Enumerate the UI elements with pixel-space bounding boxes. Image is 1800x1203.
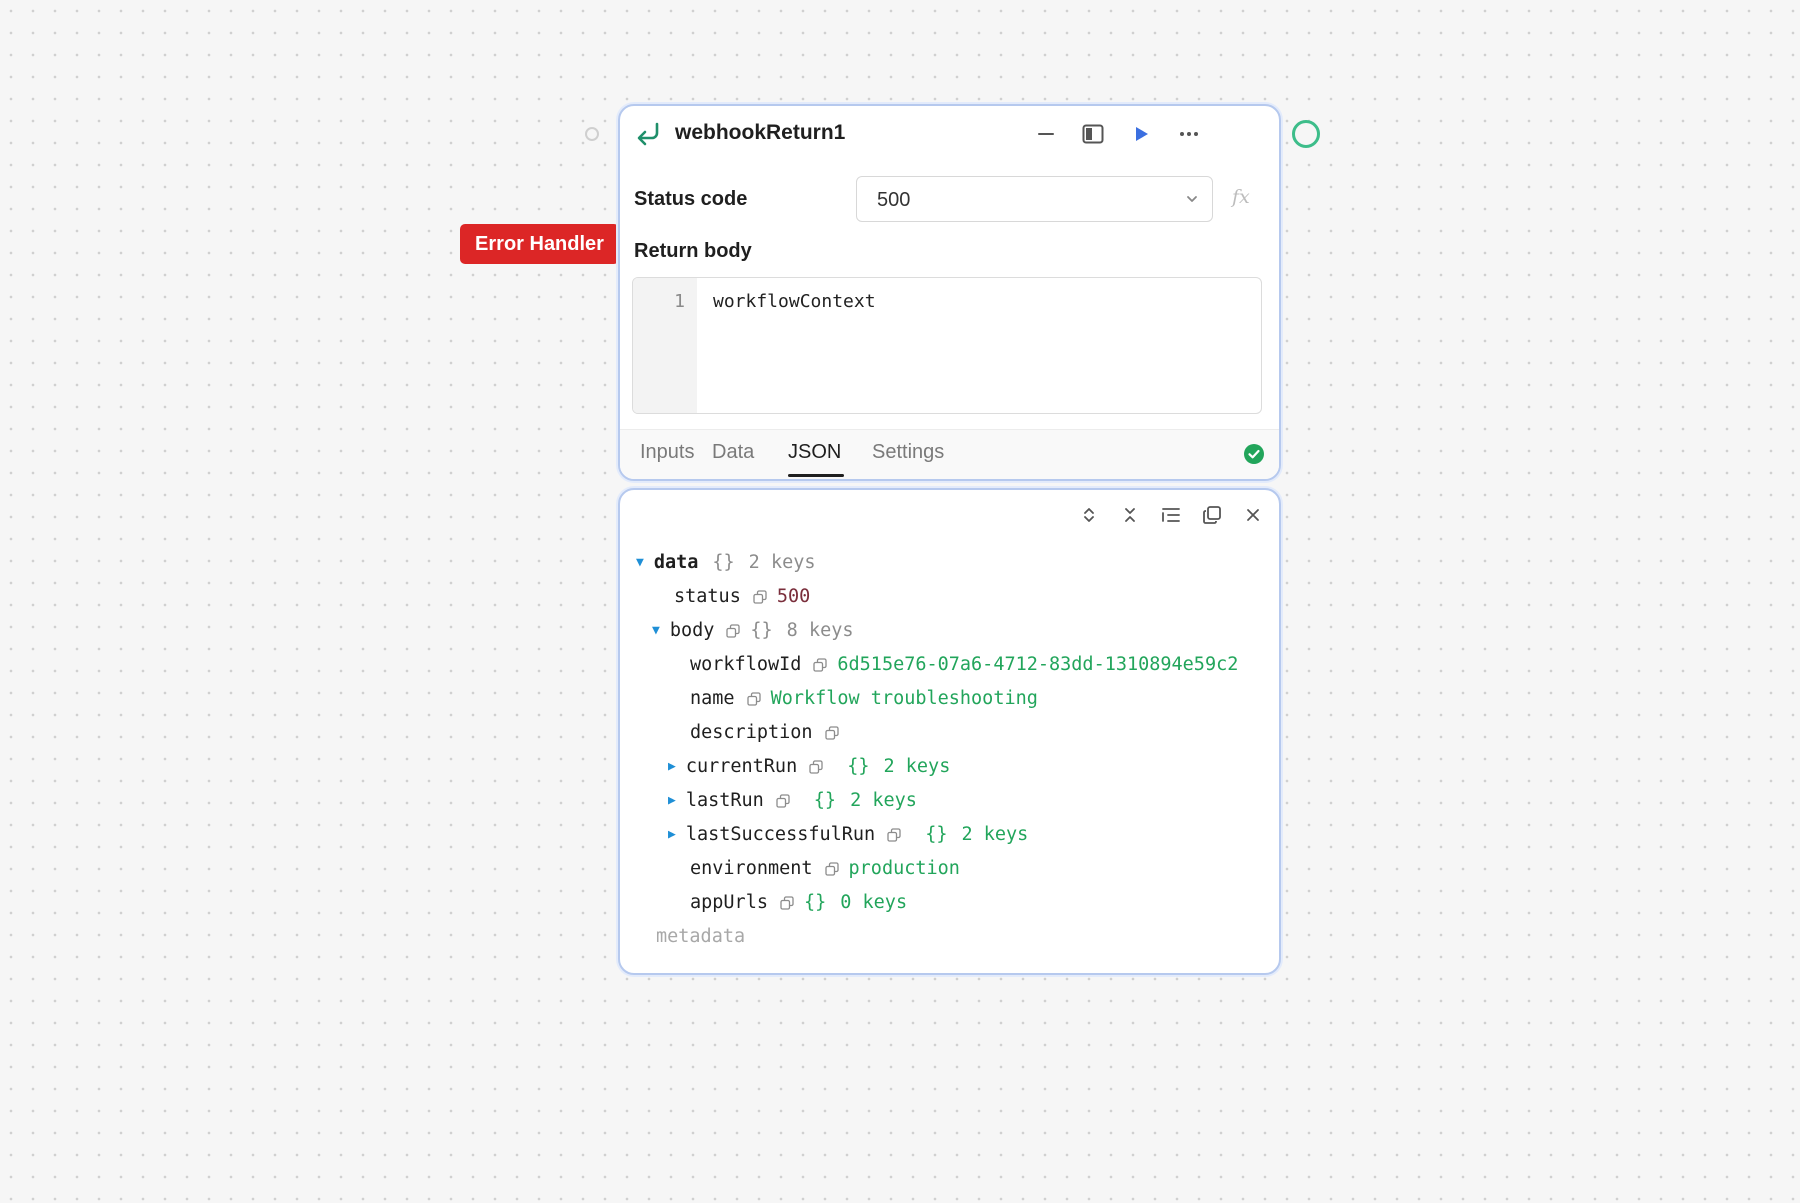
tab-inputs[interactable]: Inputs [640,441,694,464]
copy-icon[interactable] [776,793,790,808]
caret-right-icon[interactable]: ▶ [668,827,676,842]
json-count: 2 keys [883,756,951,777]
json-key: data [653,552,699,573]
json-row-lastsuccessfulrun[interactable]: ▶ lastSuccessfulRun {} 2 keys [668,824,1028,845]
json-count: 2 keys [961,824,1029,845]
return-body-editor[interactable]: 1 workflowContext [632,277,1262,414]
json-key: status [674,586,741,607]
copy-icon[interactable] [726,623,741,638]
webhook-return-node[interactable]: webhookReturn1 Status code 500 fx Return… [618,104,1281,481]
json-row-environment[interactable]: environment production [690,858,960,879]
copy-icon [1203,506,1221,524]
line-number: 1 [674,291,685,312]
copy-icon[interactable] [824,861,839,876]
json-row-workflowid[interactable]: workflowId 6d515e76-07a6-4712-83dd-13108… [690,654,1238,675]
more-options-button[interactable] [1176,121,1202,147]
json-row-appurls[interactable]: appUrls {} 0 keys [690,892,907,913]
json-row-metadata[interactable]: metadata [656,926,745,947]
copy-icon[interactable] [809,759,823,774]
output-port[interactable] [1292,120,1320,148]
json-braces: {} [813,790,837,811]
json-row-data[interactable]: ▼ data {} 2 keys [636,552,816,573]
copy-all-button[interactable] [1199,502,1225,528]
status-code-value: 500 [877,189,911,211]
close-icon [1247,509,1259,521]
json-row-name[interactable]: name Workflow troubleshooting [690,688,1038,709]
caret-down-icon[interactable]: ▼ [636,555,644,570]
error-handler-badge: Error Handler [460,224,619,264]
json-value: Workflow troubleshooting [770,688,1038,709]
json-count: 8 keys [786,620,854,641]
node-header: webhookReturn1 [620,106,1279,162]
json-key: description [690,722,813,743]
json-row-body[interactable]: ▼ body {} 8 keys [652,620,854,641]
json-row-description[interactable]: description [690,722,849,743]
copy-icon[interactable] [753,589,767,604]
caret-right-icon[interactable]: ▶ [668,793,676,808]
editor-gutter: 1 [633,278,697,413]
copy-icon[interactable] [813,657,828,672]
json-braces: {} [803,892,827,913]
tab-json[interactable]: JSON [788,441,841,464]
json-braces: {} [750,620,773,641]
json-row-status[interactable]: status 500 [674,586,810,607]
more-icon [1180,132,1198,136]
return-body-label: Return body [634,240,752,262]
json-viewer-panel: ▼ data {} 2 keys status 500 ▼ body {} 8 … [618,488,1281,975]
status-code-select[interactable]: 500 [856,176,1213,222]
collapse-icon [1125,508,1135,522]
caret-down-icon[interactable]: ▼ [652,623,660,638]
copy-icon[interactable] [746,691,761,706]
close-panel-button[interactable] [1240,502,1266,528]
json-count: 2 keys [850,790,917,811]
input-port[interactable] [585,127,599,141]
format-button[interactable] [1158,502,1184,528]
copy-icon[interactable] [780,895,794,910]
json-key: lastSuccessfulRun [685,824,876,845]
json-row-currentrun[interactable]: ▶ currentRun {} 2 keys [668,756,950,777]
json-key: metadata [656,926,746,947]
json-count: 0 keys [840,892,908,913]
node-title[interactable]: webhookReturn1 [675,121,845,145]
run-button[interactable] [1128,121,1154,147]
active-tab-indicator [788,474,844,477]
json-value: 500 [776,586,811,607]
caret-right-icon[interactable]: ▶ [668,759,676,774]
json-key: currentRun [685,756,798,777]
minimize-button[interactable] [1033,121,1059,147]
chevron-down-icon [1187,196,1197,202]
json-key: environment [690,858,813,879]
json-key: lastRun [685,790,764,811]
list-indent-icon [1162,508,1180,522]
copy-icon[interactable] [824,725,839,740]
tab-data[interactable]: Data [712,441,754,464]
success-check-icon [1244,444,1264,464]
json-value: 6d515e76-07a6-4712-83dd-1310894e59c2 [837,654,1239,675]
fx-toggle-button[interactable]: fx [1232,186,1250,208]
play-icon [1136,127,1148,141]
json-value: production [848,858,960,879]
json-key: appUrls [690,892,768,913]
json-braces: {} [925,824,948,845]
node-tabs: Inputs Data JSON Settings [620,429,1279,479]
expand-icon [1084,508,1094,522]
json-key: body [669,620,715,641]
json-key: workflowId [690,654,802,675]
status-code-label: Status code [634,188,748,210]
json-count: 2 keys [748,552,816,573]
json-key: name [690,688,735,709]
collapse-all-button[interactable] [1117,502,1143,528]
code-line[interactable]: workflowContext [713,291,876,312]
return-arrow-icon [637,122,659,146]
json-row-lastrun[interactable]: ▶ lastRun {} 2 keys [668,790,917,811]
toggle-panel-button[interactable] [1080,121,1106,147]
minimize-icon [1038,133,1054,135]
json-braces: {} [712,552,735,573]
json-braces: {} [847,756,870,777]
panel-icon [1082,124,1104,144]
tab-settings[interactable]: Settings [872,441,944,464]
copy-icon[interactable] [887,827,901,842]
expand-all-button[interactable] [1076,502,1102,528]
